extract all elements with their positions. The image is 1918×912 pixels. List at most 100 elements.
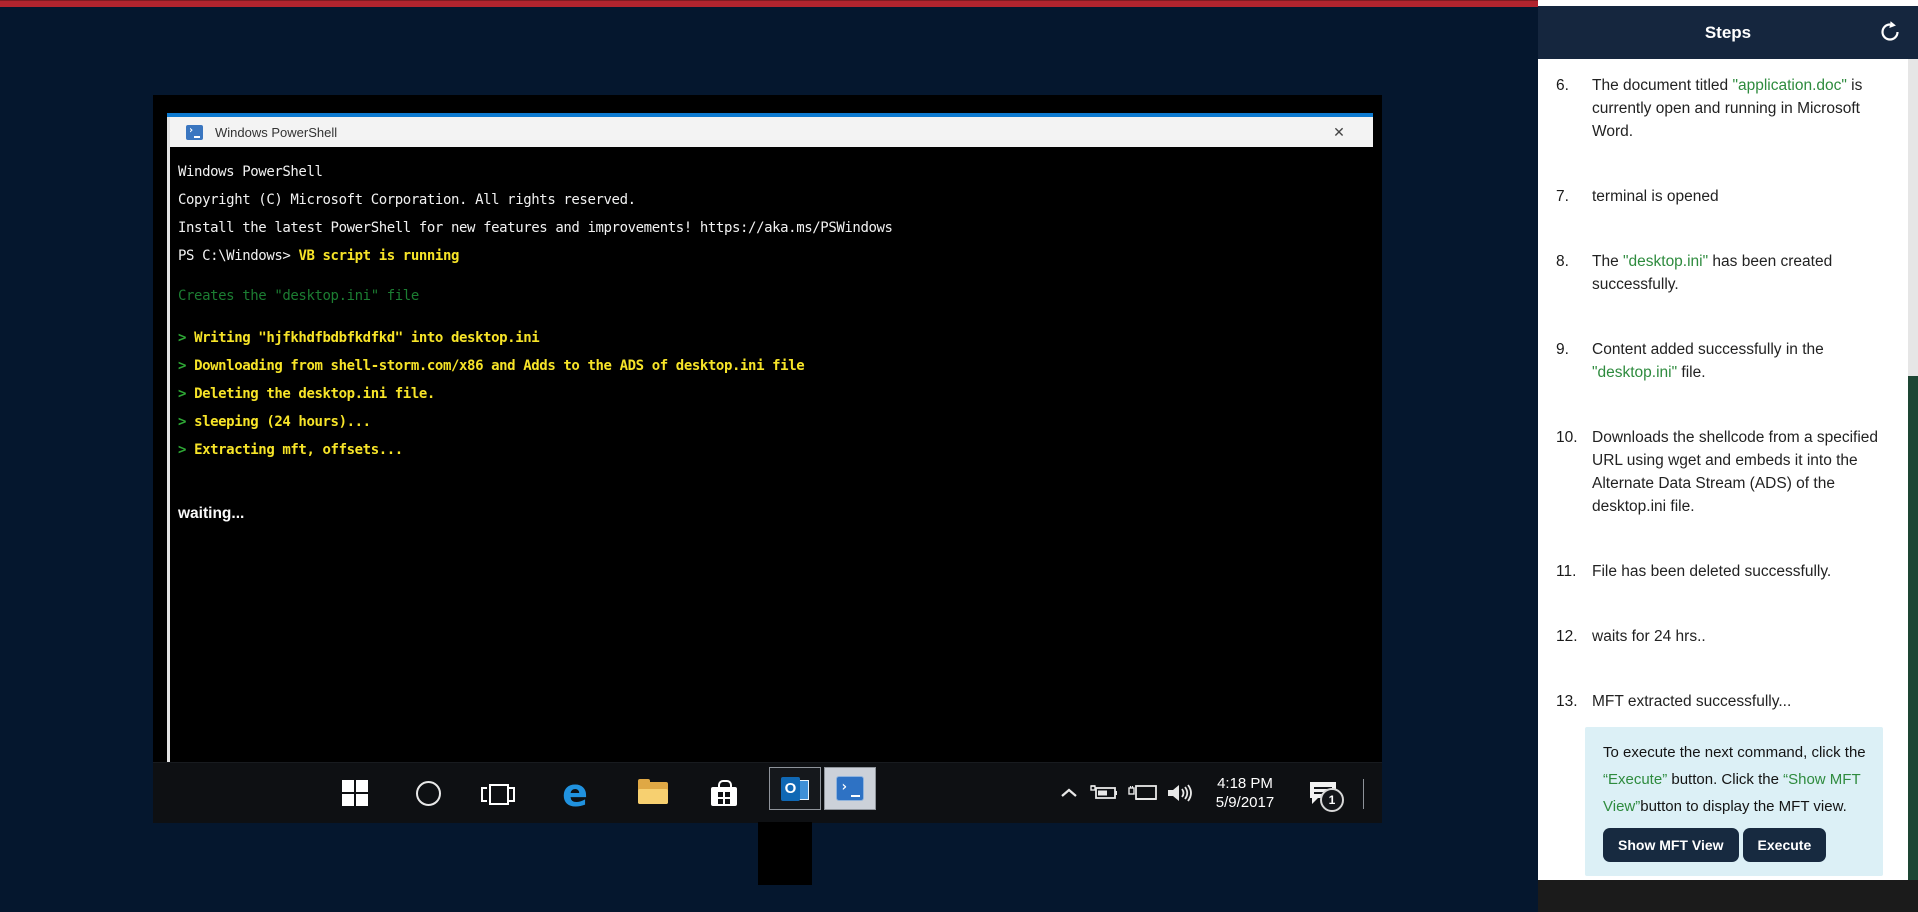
tray-chevron-up-icon[interactable]	[1056, 763, 1082, 823]
console-line: > Deleting the desktop.ini file.	[178, 380, 1368, 408]
text: waits for 24 hrs..	[1592, 628, 1706, 645]
taskbar: e O ›	[153, 762, 1382, 823]
step-item: 9.Content added successfully in the "des…	[1556, 338, 1890, 384]
powershell-window-title: Windows PowerShell	[215, 125, 337, 140]
step-text: Downloads the shellcode from a specified…	[1592, 426, 1880, 518]
task-view-button[interactable]	[480, 763, 516, 823]
steps-panel-footer	[1538, 880, 1918, 912]
clock-date: 5/9/2017	[1205, 793, 1285, 812]
steps-list: 6.The document titled "application.doc" …	[1538, 59, 1890, 876]
task-view-icon	[481, 781, 515, 805]
step-number: 8.	[1556, 250, 1584, 296]
text: Downloads the shellcode from a specified…	[1592, 429, 1878, 515]
scrollbar-thumb[interactable]	[1908, 376, 1918, 880]
cortana-icon	[416, 781, 441, 806]
text: To execute the next command, click the	[1603, 744, 1866, 761]
text: file.	[1677, 364, 1705, 381]
instruction-callout: To execute the next command, click the “…	[1585, 727, 1883, 876]
step-number: 12.	[1556, 625, 1584, 648]
console-line: PS C:\Windows> VB script is running	[178, 242, 1368, 270]
step-item: 11. File has been deleted successfully.	[1556, 560, 1890, 583]
close-icon[interactable]: ✕	[1319, 117, 1359, 147]
console-line: Install the latest PowerShell for new fe…	[178, 214, 1368, 242]
console-line: > Downloading from shell-storm.com/x86 a…	[178, 352, 1368, 380]
highlighted-text: "desktop.ini"	[1592, 364, 1677, 381]
console-line: Copyright (C) Microsoft Corporation. All…	[178, 186, 1368, 214]
step-number: 6.	[1556, 74, 1584, 143]
callout-buttons: Show MFT ViewExecute	[1603, 828, 1867, 862]
step-text: Content added successfully in the "deskt…	[1592, 338, 1880, 384]
scrollbar-track[interactable]	[1908, 59, 1918, 880]
desktop-screenshot: › Windows PowerShell ✕ Windows PowerShel…	[153, 95, 1382, 822]
powershell-titlebar: › Windows PowerShell ✕	[167, 117, 1373, 147]
step-text: MFT extracted successfully...	[1592, 690, 1880, 713]
cortana-button[interactable]	[414, 763, 442, 823]
execute-button[interactable]: Execute	[1743, 828, 1827, 862]
waiting-status-text: waiting...	[178, 500, 1368, 528]
notification-icon: 1	[1308, 780, 1338, 806]
text: Content added successfully in the	[1592, 341, 1824, 358]
powershell-window-left-border	[167, 117, 170, 762]
console-line: > sleeping (24 hours)...	[178, 408, 1368, 436]
tray-battery-icon[interactable]	[1088, 763, 1120, 823]
edge-button[interactable]: e	[556, 763, 594, 823]
tray-volume-icon[interactable]	[1163, 763, 1199, 823]
step-item: 8.The "desktop.ini" has been created suc…	[1556, 250, 1890, 296]
step-text: File has been deleted successfully.	[1592, 560, 1880, 583]
steps-panel-title: Steps	[1705, 23, 1751, 43]
text: The document titled	[1592, 77, 1732, 94]
step-number: 13.	[1556, 690, 1584, 713]
action-center-button[interactable]: 1	[1301, 763, 1345, 823]
step-item: 7. terminal is opened	[1556, 185, 1890, 208]
text: File has been deleted successfully.	[1592, 563, 1831, 580]
step-number: 7.	[1556, 185, 1584, 208]
step-text: The "desktop.ini" has been created succe…	[1592, 250, 1880, 296]
refresh-icon[interactable]	[1874, 16, 1906, 48]
outlook-icon: O	[781, 777, 809, 801]
notification-badge: 1	[1320, 788, 1344, 812]
callout-text: To execute the next command, click the “…	[1603, 739, 1867, 820]
screenshot-bottom-tab	[758, 822, 812, 885]
text: button to display the MFT view.	[1640, 798, 1847, 815]
highlighted-text: "application.doc"	[1732, 77, 1846, 94]
text: The	[1592, 253, 1623, 270]
start-button[interactable]	[339, 763, 371, 823]
step-item: 6.The document titled "application.doc" …	[1556, 74, 1890, 143]
step-text: waits for 24 hrs..	[1592, 625, 1880, 648]
step-text: The document titled "application.doc" is…	[1592, 74, 1880, 143]
show-mft-view-button[interactable]: Show MFT View	[1603, 828, 1739, 862]
file-explorer-button[interactable]	[636, 763, 670, 823]
edge-icon: e	[562, 778, 588, 808]
tray-network-icon[interactable]	[1126, 763, 1160, 823]
powershell-icon: ›	[836, 776, 864, 801]
taskbar-clock[interactable]: 4:18 PM 5/9/2017	[1205, 763, 1285, 823]
file-explorer-icon	[638, 782, 668, 804]
step-item: 13. MFT extracted successfully...	[1556, 690, 1890, 713]
powershell-window-icon: ›	[186, 125, 203, 140]
step-number: 11.	[1556, 560, 1584, 583]
step-item: 12. waits for 24 hrs..	[1556, 625, 1890, 648]
console-line: Creates the "desktop.ini" file	[178, 282, 1368, 310]
step-number: 10.	[1556, 426, 1584, 518]
store-icon	[711, 780, 737, 806]
step-item: 10. Downloads the shellcode from a specif…	[1556, 426, 1890, 518]
step-number: 9.	[1556, 338, 1584, 384]
clock-time: 4:18 PM	[1205, 774, 1285, 793]
text: MFT extracted successfully...	[1592, 693, 1791, 710]
step-text: terminal is opened	[1592, 185, 1880, 208]
outlook-button[interactable]: O	[769, 767, 821, 810]
store-button[interactable]	[709, 763, 739, 823]
windows-logo-icon	[342, 780, 368, 806]
console-line: > Writing "hjfkhdfbdbfkdfkd" into deskto…	[178, 324, 1368, 352]
steps-panel: Steps 6.The document titled "application…	[1538, 0, 1918, 912]
console-line: Windows PowerShell	[178, 158, 1368, 186]
steps-panel-header: Steps	[1538, 6, 1918, 59]
highlighted-text: "desktop.ini"	[1623, 253, 1708, 270]
app-root: › Windows PowerShell ✕ Windows PowerShel…	[0, 0, 1918, 912]
highlighted-text: “Execute”	[1603, 771, 1667, 788]
console-output: Windows PowerShellCopyright (C) Microsof…	[178, 158, 1368, 528]
console-line: > Extracting mft, offsets...	[178, 436, 1368, 464]
text: terminal is opened	[1592, 188, 1719, 205]
show-desktop-divider[interactable]	[1363, 779, 1364, 809]
powershell-taskbar-button[interactable]: ›	[824, 767, 876, 810]
